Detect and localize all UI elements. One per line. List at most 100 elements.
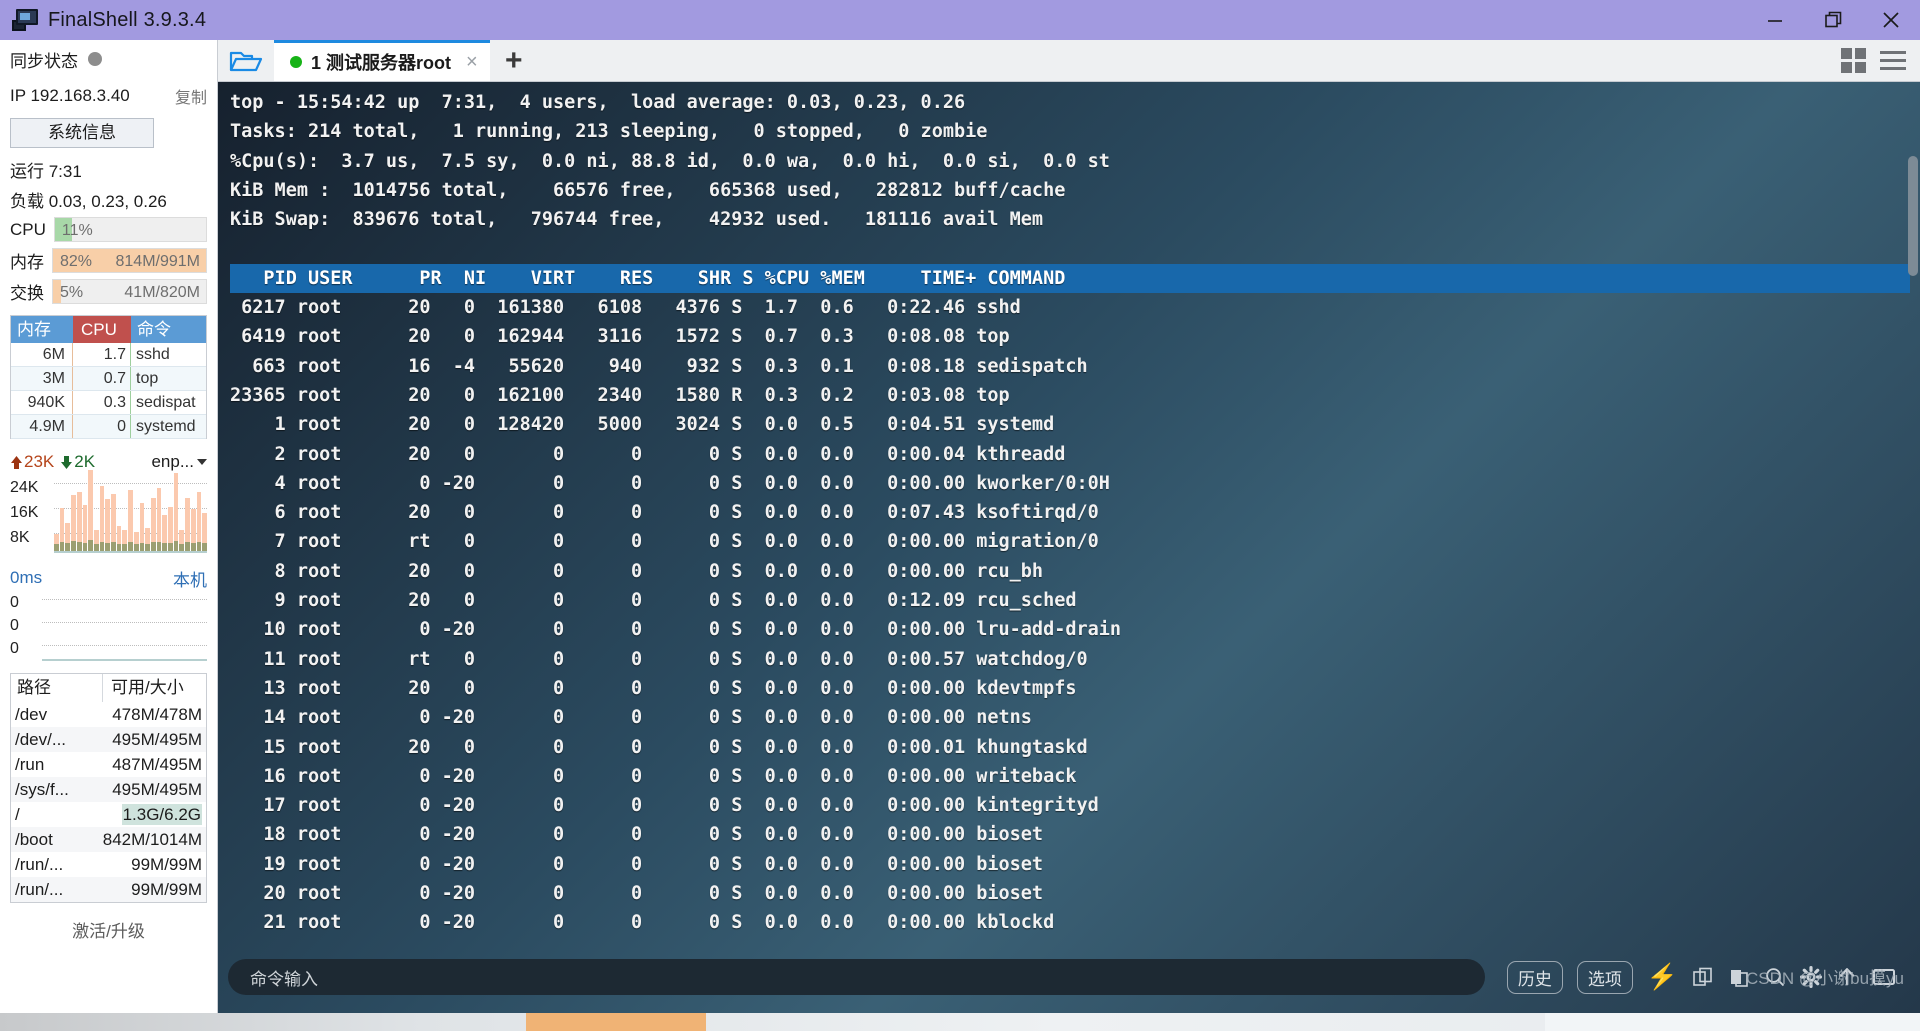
table-row[interactable]: 3M 0.7 top — [11, 367, 206, 391]
column-header-avail-size[interactable]: 可用/大小 — [103, 674, 206, 702]
top-process-header: 内存 CPU 命令 — [11, 316, 206, 343]
copy-files-icon[interactable] — [1692, 966, 1714, 988]
chart-bar — [122, 530, 128, 551]
terminal-line: 6419 root 20 0 162944 3116 1572 S 0.7 0.… — [230, 326, 1010, 348]
latency-chart-y-axis: 0 0 0 — [10, 593, 40, 662]
disk-table-rows: /dev 478M/478M/dev/... 495M/495M/run 487M/4… — [11, 702, 206, 902]
table-row[interactable]: /dev/... 495M/495M — [11, 727, 206, 752]
table-row[interactable]: /dev 478M/478M — [11, 702, 206, 727]
history-button[interactable]: 历史 — [1506, 960, 1563, 994]
disk-usage-table: 路径 可用/大小 /dev 478M/478M/dev/... 495M/495M /… — [10, 673, 207, 903]
latency-y-label-1: 0 — [10, 617, 19, 634]
network-upload: 23K — [10, 452, 54, 472]
table-row[interactable]: 940K 0.3 sedispat — [11, 391, 206, 415]
column-header-cpu[interactable]: CPU — [73, 316, 131, 343]
cell-memory: 4.9M — [11, 415, 73, 438]
terminal-tab[interactable]: 1 测试服务器root × — [274, 40, 490, 81]
table-row[interactable]: 4.9M 0 systemd — [11, 415, 206, 439]
cell-avail-size: 495M/495M — [112, 730, 202, 749]
chart-bar — [168, 507, 173, 551]
network-chart-plot — [54, 470, 207, 553]
terminal-line: KiB Mem : 1014756 total, 66576 free, 665… — [230, 179, 1066, 201]
terminal-line: 9 root 20 0 0 0 0 S 0.0 0.0 0:12.09 rcu_… — [230, 590, 1077, 612]
grid-view-icon[interactable] — [1841, 48, 1866, 73]
tab-bar: 1 测试服务器root × + — [218, 40, 1920, 82]
cell-command: sshd — [136, 346, 170, 363]
top-process-table: 内存 CPU 命令 6M 1.7 sshd 3M 0.7 top 940K 0.3 sedisp… — [10, 315, 207, 439]
cell-cpu: 0 — [73, 415, 131, 438]
hamburger-menu-icon[interactable] — [1880, 51, 1906, 70]
latency-summary: 0ms 本机 — [0, 563, 217, 593]
table-row[interactable]: /run 487M/495M — [11, 752, 206, 777]
chart-bar — [190, 509, 196, 551]
disk-table-header: 路径 可用/大小 — [11, 674, 206, 702]
table-row[interactable]: /boot 842M/1014M — [11, 827, 206, 852]
terminal-column-header: PID USER PR NI VIRT RES SHR S %CPU %MEM … — [230, 263, 1910, 294]
terminal-line: 16 root 0 -20 0 0 0 S 0.0 0.0 0:00.00 wr… — [230, 765, 1077, 787]
table-row[interactable]: 6M 1.7 sshd — [11, 343, 206, 367]
cell-memory: 940K — [11, 391, 73, 414]
system-info-button[interactable]: 系统信息 — [10, 118, 154, 148]
network-interface-select[interactable]: enp... — [151, 452, 207, 472]
chart-bar — [133, 532, 139, 551]
chart-bar — [150, 498, 156, 551]
chart-bar — [59, 508, 65, 551]
latency-chart-plot — [42, 593, 207, 661]
taskbar-tray — [1545, 1013, 1920, 1031]
column-header-memory[interactable]: 内存 — [11, 316, 73, 343]
title-bar-left: FinalShell 3.9.3.4 — [0, 9, 206, 32]
cell-avail-size: 99M/99M — [131, 880, 202, 899]
taskbar-active-item[interactable] — [526, 1013, 706, 1031]
column-header-command[interactable]: 命令 — [131, 316, 206, 343]
latency-y-label-0: 0 — [10, 594, 19, 611]
minimize-icon[interactable] — [1746, 0, 1804, 40]
table-row[interactable]: /run/... 99M/99M — [11, 852, 206, 877]
terminal-line: 10 root 0 -20 0 0 0 S 0.0 0.0 0:00.00 lr… — [230, 619, 1122, 641]
chart-bar — [99, 486, 105, 551]
network-download: 2K — [60, 452, 95, 472]
command-input[interactable]: 命令输入 — [228, 959, 1485, 995]
swap-meter-percent: 5% — [60, 284, 84, 301]
memory-meter-label: 内存 — [10, 253, 44, 272]
cell-memory: 6M — [11, 343, 73, 366]
activate-upgrade-link[interactable]: 激活/升级 — [0, 917, 217, 942]
close-icon[interactable]: × — [466, 51, 478, 74]
terminal-line: 13 root 20 0 0 0 0 S 0.0 0.0 0:00.00 kde… — [230, 677, 1077, 699]
new-tab-button[interactable]: + — [490, 40, 538, 81]
column-header-path[interactable]: 路径 — [11, 674, 103, 702]
chart-bar — [71, 495, 76, 551]
folder-open-icon[interactable] — [218, 40, 274, 81]
chart-bar — [185, 498, 190, 551]
swap-meter: 5% 41M/820M — [52, 279, 207, 304]
memory-meter-amount: 814M/991M — [115, 253, 201, 270]
uptime-label: 运行 7:31 — [10, 161, 82, 181]
network-y-label-2: 8K — [10, 529, 30, 546]
bolt-icon[interactable]: ⚡ — [1647, 964, 1678, 990]
table-row[interactable]: / 1.3G/6.2G — [11, 802, 206, 827]
terminal-scrollbar[interactable] — [1908, 156, 1918, 276]
copy-ip-button[interactable]: 复制 — [175, 84, 207, 108]
close-icon[interactable] — [1862, 0, 1920, 40]
latency-target[interactable]: 本机 — [173, 566, 207, 591]
terminal-line: 21 root 0 -20 0 0 0 S 0.0 0.0 0:00.00 kb… — [230, 912, 1055, 934]
cpu-meter-label: CPU — [10, 219, 46, 239]
network-interface-label: enp... — [151, 452, 194, 471]
sync-status-indicator — [88, 52, 102, 66]
memory-meter: 82% 814M/991M — [52, 248, 207, 273]
network-download-value: 2K — [74, 452, 96, 471]
terminal-line: 15 root 20 0 0 0 0 S 0.0 0.0 0:00.01 khu… — [230, 736, 1088, 758]
terminal-line: 23365 root 20 0 162100 2340 1580 R 0.3 0… — [230, 384, 1010, 406]
options-button[interactable]: 选项 — [1576, 960, 1633, 994]
cell-highlight: 1.3G/6.2G — [121, 804, 202, 825]
terminal-line: 6 root 20 0 0 0 0 S 0.0 0.0 0:07.43 ksof… — [230, 502, 1099, 524]
table-row[interactable]: /run/... 99M/99M — [11, 877, 206, 902]
terminal-line: 11 root rt 0 0 0 0 S 0.0 0.0 0:00.57 wat… — [230, 648, 1088, 670]
terminal-panel[interactable]: top - 15:54:42 up 7:31, 4 users, load av… — [218, 82, 1920, 1013]
table-row[interactable]: /sys/f... 495M/495M — [11, 777, 206, 802]
restore-icon[interactable] — [1804, 0, 1862, 40]
title-bar: FinalShell 3.9.3.4 — [0, 0, 1920, 40]
os-taskbar — [0, 1013, 1920, 1031]
cell-command: top — [136, 370, 159, 387]
chart-bar — [196, 492, 202, 551]
window-controls — [1746, 0, 1920, 40]
